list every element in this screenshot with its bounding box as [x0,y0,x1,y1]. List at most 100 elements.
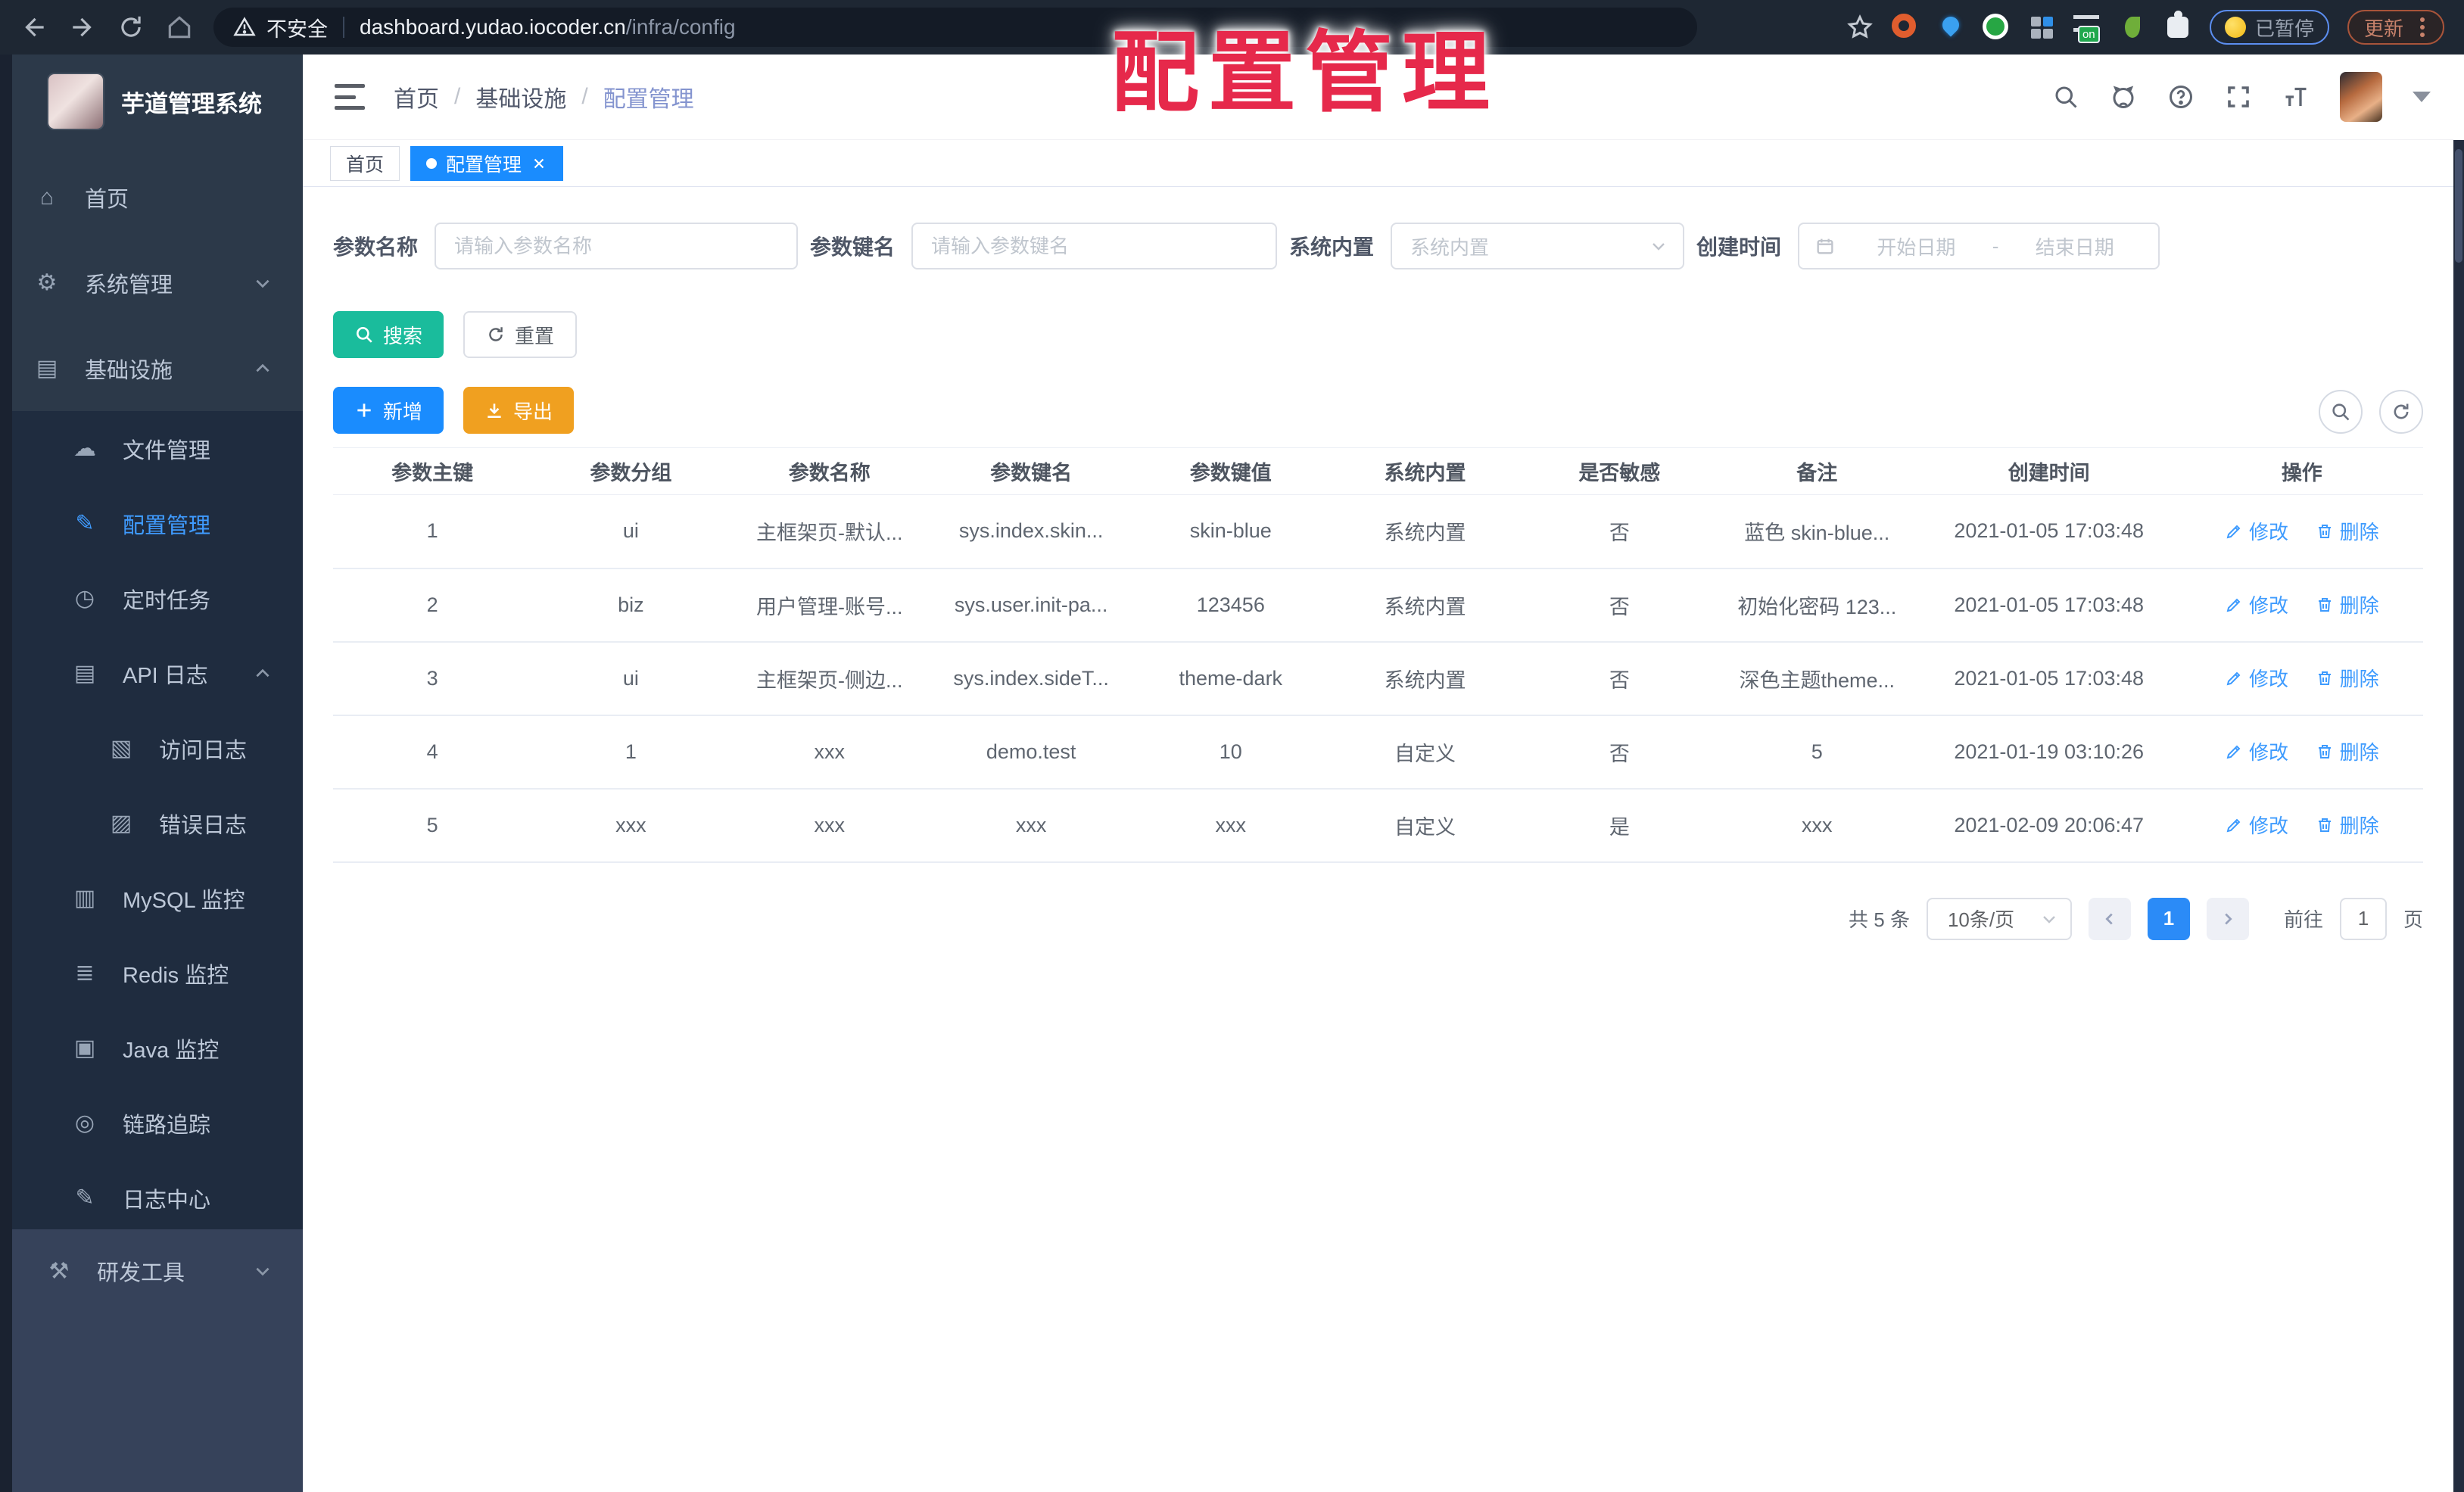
search-icon[interactable] [2052,83,2079,111]
scrollbar-thumb[interactable] [2455,149,2462,263]
sidebar-item-system-management[interactable]: ⚙ 系统管理 [0,240,303,325]
sidebar-item-mysql-monitor[interactable]: ▥ MySQL 监控 [12,861,303,936]
cell-param-value: xxx [1133,788,1329,863]
chrome-menu-dots-icon[interactable] [2414,16,2431,39]
create-time-range-picker[interactable]: 开始日期 - 结束日期 [1798,223,2160,269]
cell-param-name: 主框架页-侧边... [730,641,929,716]
sidebar-item-trace[interactable]: ◎ 链路追踪 [12,1086,303,1160]
cell-create-time: 2021-01-05 17:03:48 [1917,568,2181,643]
refresh-table-button[interactable] [2379,390,2423,434]
sidebar-item-redis-monitor[interactable]: ≣ Redis 监控 [12,936,303,1011]
cell-actions: 修改 删除 [2180,494,2423,569]
sidebar-item-log-center[interactable]: ✎ 日志中心 [12,1160,303,1235]
sidebar-item-access-logs[interactable]: ▧ 访问日志 [12,711,303,786]
edit-link[interactable]: 修改 [2225,664,2288,692]
cell-create-time: 2021-01-05 17:03:48 [1917,494,2181,569]
reset-button[interactable]: 重置 [463,311,578,358]
sidebar-item-java-monitor[interactable]: ▣ Java 监控 [12,1011,303,1086]
sidebar-item-config-management[interactable]: ✎ 配置管理 [12,486,303,561]
cell-param-name: xxx [730,715,929,790]
log-icon: ▤ [73,661,96,686]
user-avatar[interactable] [2340,72,2382,122]
param-name-input[interactable] [435,223,799,269]
export-button[interactable]: 导出 [463,387,575,434]
sidebar-menu: ⌂ 首页 ⚙ 系统管理 ▤ 基础设施 ☁ 文件管理 ✎ 配置管理 ◷ 定时任务 … [0,129,303,1235]
next-page-button[interactable] [2206,897,2249,940]
current-page-button[interactable]: 1 [2147,897,2190,940]
cell-sensitive: 是 [1522,788,1717,863]
delete-icon [2318,524,2331,538]
user-menu-caret-icon[interactable] [2413,92,2431,102]
edit-icon [2226,671,2241,686]
edit-link[interactable]: 修改 [2225,590,2288,618]
extension-blue-pin-icon[interactable] [1937,13,1964,41]
extensions-puzzle-icon[interactable] [2164,11,2191,41]
forward-icon[interactable] [68,13,97,42]
edit-link[interactable]: 修改 [2225,737,2288,765]
sidebar-item-dev-tools[interactable]: ⚒ 研发工具 [12,1229,303,1313]
bookmark-star-icon[interactable] [1846,14,1874,41]
close-icon[interactable] [531,155,547,172]
filter-key-label: 参数键名 [810,235,896,259]
extension-on-badge-icon[interactable]: on [2073,14,2101,43]
tab-config-management[interactable]: 配置管理 [410,145,564,181]
edit-link[interactable]: 修改 [2225,517,2288,545]
sidebar-logo-row[interactable]: 芋道管理系统 [0,55,303,129]
breadcrumb-home[interactable]: 首页 [394,80,439,114]
main-area: 首页 / 基础设施 / 配置管理 首页 配置管理 参数名称 请输入参数名称 参数… [303,55,2453,1492]
hamburger-icon[interactable] [335,84,365,110]
breadcrumb-separator: / [581,84,588,109]
toggle-search-button[interactable] [2319,390,2363,434]
delete-link[interactable]: 删除 [2316,590,2379,618]
tab-label: 首页 [346,154,385,176]
page-size-select[interactable]: 10条/页 [1926,897,2072,940]
tab-home[interactable]: 首页 [330,145,400,181]
help-icon[interactable] [2167,83,2195,111]
browser-update-button[interactable]: 更新 [2347,10,2444,45]
edit-icon [2226,598,2241,612]
mysql-monitor-icon: ▥ [73,886,96,911]
security-warning-icon[interactable] [233,16,256,39]
builtin-select[interactable]: 系统内置 [1391,223,1685,269]
home-menu-icon: ⌂ [39,184,55,210]
search-button[interactable]: 搜索 [333,311,444,358]
fullscreen-icon[interactable] [2225,83,2252,111]
cell-sensitive: 否 [1522,568,1717,643]
delete-link-label: 删除 [2339,668,2379,691]
reload-icon[interactable] [117,13,145,42]
edit-link-label: 修改 [2249,741,2289,765]
extension-green-check-icon[interactable] [1982,14,2010,41]
extension-sprout-icon[interactable] [2119,14,2146,41]
extension-orange-ring-icon[interactable] [1891,14,1919,41]
delete-link[interactable]: 删除 [2316,811,2379,839]
page-size-value: 10条/页 [1947,908,2015,931]
back-icon[interactable] [20,13,48,42]
cell-param-value: theme-dark [1133,641,1329,716]
goto-page-input[interactable] [2339,897,2387,940]
github-icon[interactable] [2110,83,2137,111]
create-button[interactable]: 新增 [333,387,444,434]
page-suffix: 页 [2403,908,2423,931]
sidebar-item-infrastructure[interactable]: ▤ 基础设施 [0,325,303,411]
profile-paused-pill[interactable]: 已暂停 [2209,10,2329,45]
delete-link[interactable]: 删除 [2316,664,2379,692]
sidebar-item-error-logs[interactable]: ▨ 错误日志 [12,786,303,861]
extension-grid-icon[interactable] [2028,14,2055,41]
filter-builtin-label: 系统内置 [1289,235,1375,259]
sidebar-item-home[interactable]: ⌂ 首页 [0,154,303,240]
home-icon[interactable] [165,13,194,42]
col-sensitive: 是否敏感 [1522,447,1717,495]
edit-link[interactable]: 修改 [2225,811,2288,839]
sidebar-item-api-logs[interactable]: ▤ API 日志 [12,636,303,711]
sidebar-item-scheduled-tasks[interactable]: ◷ 定时任务 [12,561,303,636]
sidebar-item-file-management[interactable]: ☁ 文件管理 [12,411,303,486]
prev-page-button[interactable] [2088,897,2131,940]
page-scrollbar[interactable] [2453,140,2464,1492]
delete-link[interactable]: 删除 [2316,737,2379,765]
delete-link[interactable]: 删除 [2316,517,2379,545]
param-key-input[interactable] [911,223,1278,269]
breadcrumb-infrastructure[interactable]: 基础设施 [475,80,566,114]
cell-builtin: 自定义 [1328,715,1522,790]
range-separator: - [1992,234,1999,257]
font-size-icon[interactable] [2282,83,2310,111]
